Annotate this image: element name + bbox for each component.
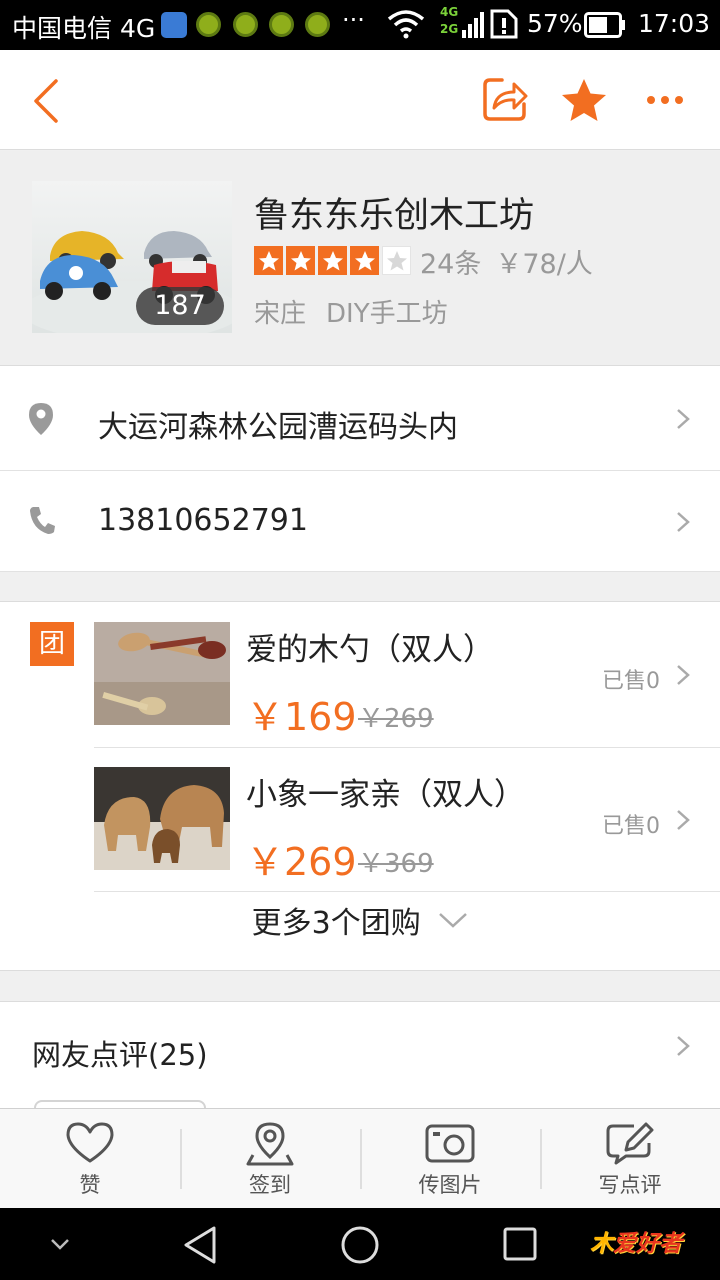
group-deals-section: 团 爱的木勺（双人） ￥169 ￥269 已售0 小象一家亲（双人） ￥269 … bbox=[0, 601, 720, 971]
more-menu-icon[interactable] bbox=[646, 94, 684, 106]
shop-type: DIY手工坊 bbox=[326, 299, 448, 329]
watermark-glyph: 木 bbox=[590, 1231, 613, 1257]
phone-number: 13810652791 bbox=[98, 503, 308, 538]
tab-upload-photo[interactable]: 传图片 bbox=[360, 1109, 540, 1208]
status-bar: 中国电信 4G ··· 4G 2G 57% 17:03 bbox=[0, 0, 720, 50]
deal-photo-spoons bbox=[94, 622, 230, 725]
tab-label: 赞 bbox=[79, 1173, 101, 1197]
deal-item[interactable]: 小象一家亲（双人） ￥269 ￥369 已售0 bbox=[94, 747, 720, 892]
shop-cover-photo[interactable]: 187 bbox=[32, 181, 232, 333]
deal-price: ￥169 bbox=[246, 695, 357, 739]
phone-icon bbox=[30, 507, 55, 534]
star-icon bbox=[350, 246, 379, 275]
chevron-right-icon bbox=[677, 512, 690, 532]
more-deals-button[interactable]: 更多3个团购 bbox=[0, 898, 720, 968]
deal-original-price: ￥369 bbox=[358, 849, 434, 879]
network-type-2g: 2G bbox=[440, 22, 459, 36]
shop-header: 187 鲁东东乐创木工坊 24条 ￥78/人 宋庄 DIY手工坊 bbox=[0, 151, 720, 365]
deal-sold-count: 已售0 bbox=[602, 669, 660, 694]
avg-price: ￥78/人 bbox=[495, 249, 593, 280]
chevron-right-icon bbox=[677, 665, 690, 685]
location-pin-icon bbox=[29, 403, 53, 435]
star-rating bbox=[254, 246, 411, 275]
photo-count-badge: 187 bbox=[136, 287, 224, 325]
divider bbox=[94, 891, 720, 892]
address-row[interactable]: 大运河森林公园漕运码头内 bbox=[0, 366, 720, 471]
clock: 17:03 bbox=[638, 9, 711, 38]
tab-like[interactable]: 赞 bbox=[0, 1109, 180, 1208]
deal-item[interactable]: 爱的木勺（双人） ￥169 ￥269 已售0 bbox=[94, 602, 720, 747]
address-text: 大运河森林公园漕运码头内 bbox=[98, 410, 458, 445]
tab-label: 签到 bbox=[249, 1173, 291, 1197]
checkin-pin-icon bbox=[246, 1122, 294, 1166]
watermark-text: 爱好者 bbox=[613, 1231, 682, 1257]
battery-icon bbox=[584, 12, 625, 38]
shop-name: 鲁东东乐创木工坊 bbox=[254, 196, 535, 236]
group-buy-badge: 团 bbox=[30, 622, 74, 666]
top-nav-bar bbox=[0, 50, 720, 150]
app-notification-icon bbox=[233, 12, 258, 37]
favorite-star-icon[interactable] bbox=[561, 78, 607, 122]
sim-alert-icon bbox=[490, 9, 518, 39]
more-deals-label: 更多3个团购 bbox=[251, 906, 421, 941]
chevron-right-icon bbox=[677, 810, 690, 830]
reviews-section[interactable]: 网友点评(25) bbox=[0, 1001, 720, 1120]
deal-title: 爱的木勺（双人） bbox=[246, 632, 494, 668]
collapse-down-icon[interactable] bbox=[50, 1238, 70, 1250]
write-review-icon bbox=[606, 1122, 654, 1165]
bottom-action-bar: 赞 签到 传图片 写点评 bbox=[0, 1108, 720, 1208]
tab-label: 传图片 bbox=[418, 1173, 482, 1197]
tab-checkin[interactable]: 签到 bbox=[180, 1109, 360, 1208]
signal-icon bbox=[462, 12, 484, 38]
heart-icon bbox=[66, 1122, 114, 1163]
deal-photo-elephants bbox=[94, 767, 230, 870]
battery-percent: 57% bbox=[527, 9, 583, 38]
share-icon[interactable] bbox=[482, 76, 528, 122]
reviews-title: 网友点评(25) bbox=[32, 1038, 208, 1072]
wifi-icon bbox=[387, 10, 425, 39]
app-notification-icon bbox=[196, 12, 221, 37]
shop-area: 宋庄 bbox=[254, 299, 307, 329]
back-arrow-icon[interactable] bbox=[30, 78, 62, 124]
tab-label: 写点评 bbox=[598, 1173, 662, 1197]
camera-upload-icon bbox=[425, 1124, 475, 1163]
shop-category: 宋庄 DIY手工坊 bbox=[254, 293, 448, 330]
review-count: 24条 bbox=[420, 249, 482, 280]
network-type-4g: 4G bbox=[440, 5, 459, 19]
deal-sold-count: 已售0 bbox=[602, 814, 660, 839]
chevron-right-icon bbox=[677, 1036, 690, 1056]
shop-info-list: 大运河森林公园漕运码头内 13810652791 bbox=[0, 365, 720, 572]
heart-shield-icon bbox=[161, 12, 187, 38]
tab-write-review[interactable]: 写点评 bbox=[540, 1109, 720, 1208]
deal-original-price: ￥269 bbox=[358, 704, 434, 734]
star-icon bbox=[254, 246, 283, 275]
star-icon bbox=[318, 246, 347, 275]
more-notifications: ··· bbox=[342, 6, 365, 34]
recents-square-icon[interactable] bbox=[503, 1227, 537, 1261]
back-triangle-icon[interactable] bbox=[182, 1225, 218, 1265]
app-notification-icon bbox=[269, 12, 294, 37]
app-notification-icon bbox=[305, 12, 330, 37]
network-type-label: 4G 2G bbox=[440, 4, 458, 38]
chevron-down-icon bbox=[439, 913, 468, 928]
carrier-label: 中国电信 4G bbox=[12, 14, 156, 43]
star-icon bbox=[286, 246, 315, 275]
chevron-right-icon bbox=[677, 409, 690, 429]
shop-meta: 24条 ￥78/人 bbox=[420, 242, 593, 281]
star-empty-icon bbox=[382, 246, 411, 275]
deal-price: ￥269 bbox=[246, 840, 357, 884]
deal-title: 小象一家亲（双人） bbox=[246, 777, 525, 813]
watermark-logo: 木爱好者 bbox=[590, 1224, 682, 1258]
home-circle-icon[interactable] bbox=[340, 1225, 380, 1265]
phone-row[interactable]: 13810652791 bbox=[0, 471, 720, 572]
